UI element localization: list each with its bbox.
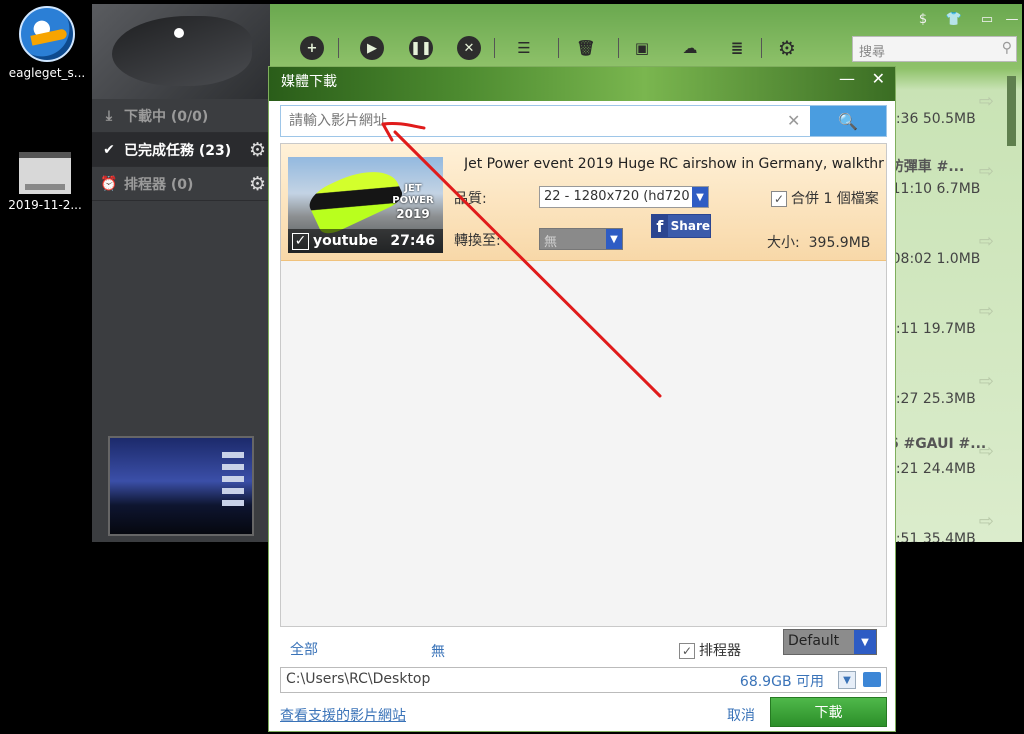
- video-icon[interactable]: ▣: [630, 36, 654, 60]
- sidebar-item-scheduler[interactable]: ⏰ 排程器 (0) ⚙: [92, 167, 270, 201]
- trash-icon[interactable]: 🗑: [574, 36, 598, 60]
- sidebar: ⤓ 下載中 (0/0) ✔ 已完成任務 (23) ⚙ ⏰ 排程器 (0) ⚙: [92, 4, 270, 542]
- toolbar: + ▶ ❚❚ ✕ ☰ 🗑 ▣ ☁ ≣ ⚙ $ 👕 ▭ — 搜尋 ⚲: [270, 4, 1022, 70]
- open-folder-icon[interactable]: ⇨: [979, 371, 994, 392]
- source-label: youtube: [313, 233, 378, 249]
- facebook-share-button[interactable]: f Share: [651, 214, 711, 238]
- file-icon: [19, 152, 71, 194]
- sidebar-item-downloading[interactable]: ⤓ 下載中 (0/0): [92, 99, 270, 133]
- open-folder-icon[interactable]: ⇨: [979, 301, 994, 322]
- eagleget-logo: [92, 4, 270, 99]
- merge-checkbox[interactable]: ✓ 合併 1 個檔案: [771, 188, 879, 208]
- sort-icon[interactable]: ☰: [512, 36, 536, 60]
- eagleget-icon: [19, 6, 75, 62]
- quality-select[interactable]: 22 - 1280x720 (hd720 ▼: [539, 186, 709, 208]
- convert-label: 轉換至:: [454, 233, 501, 249]
- minimize-icon[interactable]: —: [839, 69, 855, 88]
- media-item[interactable]: JET POWER 2019 ✓ youtube 27:46 Jet Power…: [281, 144, 886, 261]
- alarm-clock-icon: ⏰: [100, 175, 118, 192]
- desktop-icon-eagleget[interactable]: eagleget_s...: [2, 6, 92, 80]
- video-title: Jet Power event 2019 Huge RC airshow in …: [464, 156, 884, 172]
- size-label: 大小: 395.9MB: [767, 235, 871, 251]
- quality-label: 品質:: [454, 191, 487, 207]
- add-icon[interactable]: +: [300, 36, 324, 60]
- select-checkbox[interactable]: ✓: [292, 232, 309, 250]
- sidebar-item-label: 已完成任務 (23): [124, 142, 232, 159]
- gear-icon[interactable]: ⚙: [775, 36, 799, 60]
- open-folder-icon[interactable]: ⇨: [979, 91, 994, 112]
- convert-value: 無: [544, 235, 558, 250]
- video-thumbnail: JET POWER 2019 ✓ youtube 27:46: [288, 157, 443, 253]
- search-placeholder: 搜尋: [859, 45, 886, 60]
- download-button[interactable]: 下載: [770, 697, 887, 727]
- save-path-value: C:\Users\RC\Desktop: [286, 671, 431, 687]
- chevron-down-icon[interactable]: ▼: [838, 671, 856, 689]
- dialog-header: 媒體下載 — ✕: [269, 67, 895, 101]
- dialog-footer: 全部 無 ✓ 排程器 Default ▼ C:\Users\RC\Desktop …: [280, 629, 887, 729]
- chevron-down-icon: ▼: [692, 187, 708, 207]
- check-icon: ✓: [679, 643, 695, 659]
- check-icon: ✓: [771, 191, 787, 207]
- download-icon: ⤓: [105, 107, 113, 124]
- folder-icon[interactable]: [863, 672, 881, 687]
- desktop-preview-thumbnail: [108, 436, 254, 536]
- media-list: JET POWER 2019 ✓ youtube 27:46 Jet Power…: [280, 143, 887, 627]
- search-button[interactable]: 🔍: [810, 106, 886, 136]
- media-download-dialog: 媒體下載 — ✕ ✕ 🔍 JET POWER 2019 ✓: [268, 66, 896, 732]
- desktop-icon-label: eagleget_s...: [8, 66, 86, 80]
- cloud-download-icon[interactable]: ☁: [678, 36, 702, 60]
- open-folder-icon[interactable]: ⇨: [979, 511, 994, 532]
- desktop-icon-label: 2019-11-2...: [8, 198, 82, 212]
- url-bar: ✕ 🔍: [280, 105, 887, 137]
- search-icon[interactable]: ⚲: [1002, 40, 1012, 56]
- facebook-icon: f: [652, 215, 668, 237]
- free-space-label: 68.9GB 可用: [739, 674, 824, 690]
- size-value: 395.9MB: [808, 235, 871, 251]
- play-icon[interactable]: ▶: [360, 36, 384, 60]
- open-folder-icon[interactable]: ⇨: [979, 231, 994, 252]
- select-none-link[interactable]: 無: [431, 641, 445, 661]
- sidebar-item-label: 排程器 (0): [124, 176, 194, 193]
- save-path-field[interactable]: C:\Users\RC\Desktop 68.9GB 可用 ▼: [280, 667, 887, 693]
- chevron-down-icon: ▼: [854, 630, 876, 654]
- scheduler-value: Default: [788, 633, 840, 649]
- gear-icon[interactable]: ⚙: [249, 173, 266, 195]
- mini-window-icon[interactable]: ▭: [976, 10, 998, 28]
- close-icon[interactable]: ✕: [872, 69, 885, 88]
- convert-select[interactable]: 無 ▼: [539, 228, 623, 250]
- scheduler-select[interactable]: Default ▼: [783, 629, 877, 655]
- database-icon[interactable]: ≣: [725, 36, 749, 60]
- cancel-button[interactable]: 取消: [727, 705, 755, 725]
- dialog-title: 媒體下載: [281, 74, 337, 90]
- thumbnail-brand: JET POWER 2019: [392, 183, 434, 221]
- dollar-icon[interactable]: $: [912, 10, 934, 28]
- supported-sites-link[interactable]: 查看支援的影片網站: [280, 705, 406, 725]
- open-folder-icon[interactable]: ⇨: [979, 161, 994, 182]
- select-all-link[interactable]: 全部: [290, 639, 318, 659]
- thumbnail-caption: ✓ youtube 27:46: [288, 229, 443, 253]
- chevron-down-icon: ▼: [606, 229, 622, 249]
- duration-label: 27:46: [390, 233, 435, 249]
- open-folder-icon[interactable]: ⇨: [979, 441, 994, 462]
- scrollbar[interactable]: [1007, 76, 1016, 146]
- stop-icon[interactable]: ✕: [457, 36, 481, 60]
- shirt-icon[interactable]: 👕: [943, 10, 965, 28]
- desktop-icon-file[interactable]: 2019-11-2...: [0, 152, 90, 212]
- check-circle-icon: ✔: [103, 141, 115, 158]
- scheduler-checkbox[interactable]: ✓ 排程器: [679, 640, 741, 660]
- gear-icon[interactable]: ⚙: [249, 139, 266, 161]
- clear-icon[interactable]: ✕: [787, 111, 800, 130]
- url-input[interactable]: [281, 106, 801, 136]
- pause-icon[interactable]: ❚❚: [409, 36, 433, 60]
- sidebar-item-label: 下載中 (0/0): [124, 108, 209, 125]
- minimize-icon[interactable]: —: [1005, 10, 1019, 28]
- sidebar-item-completed[interactable]: ✔ 已完成任務 (23) ⚙: [92, 133, 270, 167]
- search-input[interactable]: 搜尋 ⚲: [852, 36, 1017, 62]
- quality-value: 22 - 1280x720 (hd720: [544, 189, 690, 204]
- search-icon: 🔍: [838, 111, 858, 131]
